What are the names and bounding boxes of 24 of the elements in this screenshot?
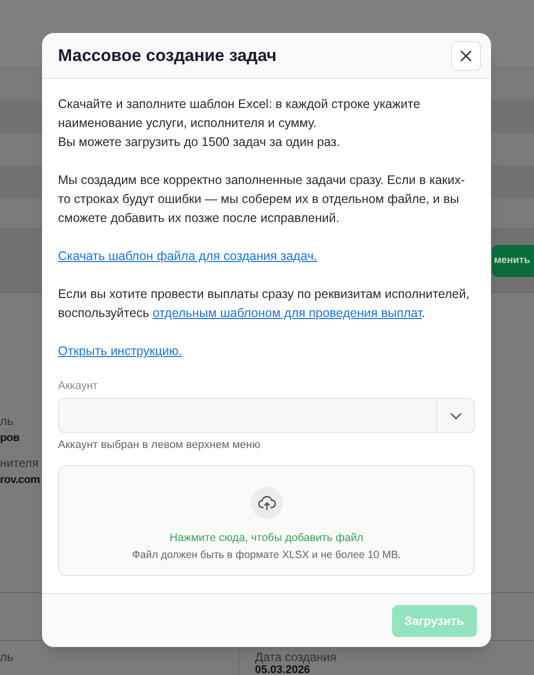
dialog-title: Массовое создание задач	[58, 44, 276, 67]
file-requirements-text: Файл должен быть в формате XLSX и не более 10 MB.	[132, 548, 401, 563]
field-label: ль	[0, 413, 14, 429]
intro-text: Скачайте и заполните шаблон Excel: в каждой строке укажите наименование услуги, исполнителя и сумму. Вы можете загрузить до 1500 задач за один раз.	[58, 96, 422, 151]
payout-note: Если вы хотите провести выплаты сразу по реквизитам исполнителей, воспользуйтесь отдельным шаблоном для проведения выплат.	[58, 286, 470, 322]
file-dropzone[interactable]: Нажмите сюда, чтобы добавить файл Файл должен быть в формате XLSX и не более 10 MB.	[58, 465, 475, 576]
field-label: Дата создания	[255, 650, 338, 664]
account-label: Аккаунт	[58, 379, 98, 394]
errors-note: Мы создадим все корректно заполненные задачи сразу. Если в каких-то строках будут ошибки — мы соберем их в отдельном файле, и вы сможете добавить их позже после исправлений.	[58, 172, 466, 227]
field-label: нителя	[0, 455, 38, 471]
instruction-link[interactable]: Открыть инструкцию.	[58, 344, 182, 358]
field-label: ль	[0, 650, 14, 664]
field-value: rov.com	[0, 473, 40, 488]
field-value: ров	[0, 431, 20, 446]
action-button[interactable]: менить	[492, 244, 534, 276]
close-button[interactable]	[451, 40, 481, 70]
chevron-down-icon	[450, 412, 462, 420]
close-icon	[460, 50, 472, 62]
account-hint: Аккаунт выбран в левом верхнем меню	[58, 438, 260, 453]
template-link[interactable]: Скачать шаблон файла для создания задач.	[58, 249, 318, 263]
cloud-upload-icon	[258, 495, 276, 511]
field-value: 05.03.2026	[255, 664, 312, 675]
add-file-text: Нажмите сюда, чтобы добавить файл	[170, 531, 364, 546]
payout-template-link[interactable]: отдельным шаблоном для проведения выплат	[152, 306, 422, 320]
